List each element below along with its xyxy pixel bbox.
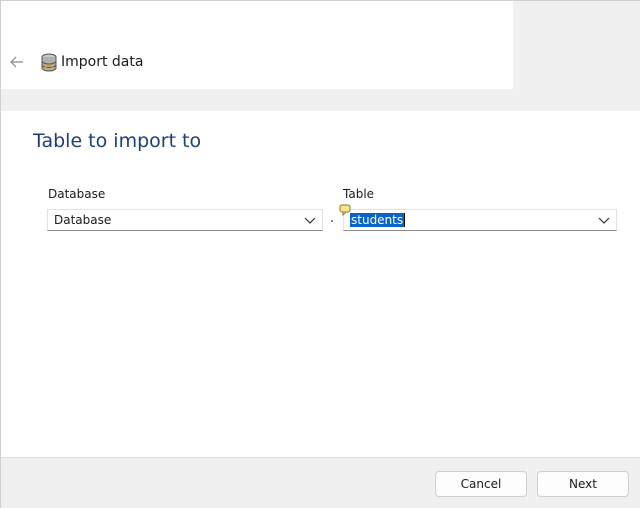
footer-bar: Cancel Next: [1, 457, 640, 508]
back-button[interactable]: [7, 52, 27, 72]
next-button[interactable]: Next: [537, 471, 629, 497]
database-icon: [41, 53, 57, 72]
cancel-button[interactable]: Cancel: [435, 471, 527, 497]
chevron-down-icon: [304, 217, 316, 224]
chevron-down-icon: [598, 217, 610, 224]
title-panel: Import data: [1, 1, 513, 89]
database-dropdown[interactable]: Database: [47, 209, 323, 231]
schema-separator: .: [330, 211, 335, 226]
hint-bubble-icon: [339, 204, 351, 216]
database-label: Database: [48, 187, 106, 201]
table-label: Table: [343, 187, 375, 201]
database-dropdown-value: Database: [54, 213, 112, 227]
title-bar: Import data: [1, 1, 640, 111]
table-dropdown[interactable]: students: [343, 209, 617, 231]
back-arrow-icon: [10, 56, 23, 68]
import-data-dialog: Import data Table to import to Database …: [0, 0, 640, 508]
page-heading: Table to import to: [33, 130, 202, 152]
table-dropdown-value[interactable]: students: [350, 213, 406, 227]
window-title: Import data: [61, 54, 144, 70]
content-area: Table to import to Database Database . T…: [1, 111, 640, 457]
